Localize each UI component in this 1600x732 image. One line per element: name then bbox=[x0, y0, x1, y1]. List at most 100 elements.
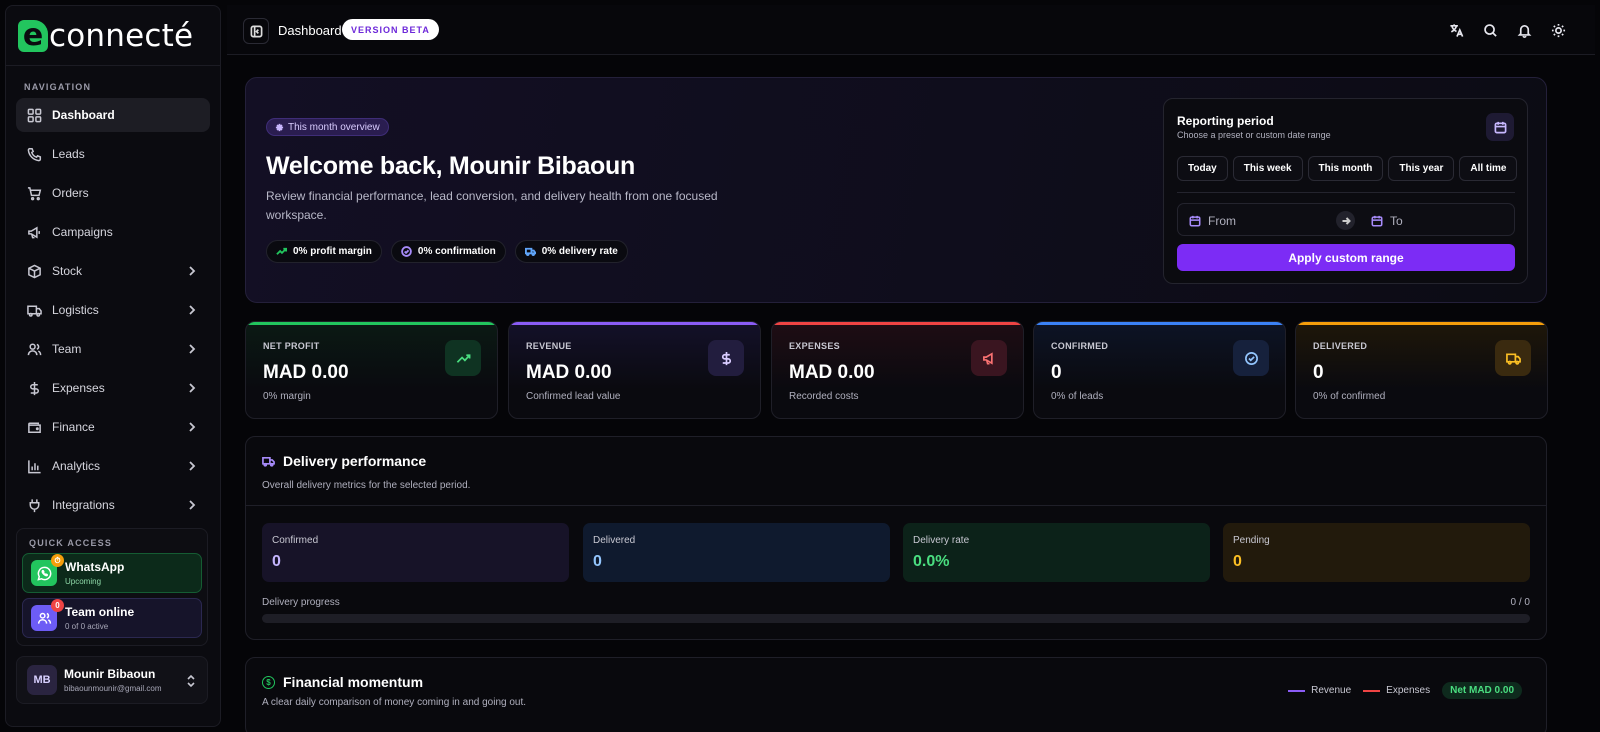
sidebar-item-expenses[interactable]: Expenses bbox=[16, 371, 210, 405]
stat-card-confirmed: CONFIRMED 0 0% of leads bbox=[1033, 321, 1286, 419]
language-button[interactable] bbox=[1445, 19, 1467, 41]
stat-card-revenue: REVENUE MAD 0.00 Confirmed lead value bbox=[508, 321, 761, 419]
quick-access-team-online[interactable]: 0 Team online 0 of 0 active bbox=[22, 598, 202, 638]
stat-value: 0 bbox=[1051, 362, 1062, 383]
apply-custom-range-button[interactable]: Apply custom range bbox=[1177, 244, 1515, 271]
dollar-icon bbox=[708, 340, 744, 376]
sidebar-item-stock[interactable]: Stock bbox=[16, 254, 210, 288]
panel-heading: $ Financial momentum bbox=[262, 674, 423, 690]
sun-icon bbox=[1551, 23, 1565, 37]
whatsapp-title: WhatsApp bbox=[65, 560, 125, 574]
sidebar-item-label: Analytics bbox=[52, 459, 101, 473]
legend-label: Revenue bbox=[1311, 685, 1352, 696]
stat-subtext: Confirmed lead value bbox=[526, 391, 621, 402]
stat-card-delivered: DELIVERED 0 0% of confirmed bbox=[1295, 321, 1548, 419]
sidebar-item-label: Stock bbox=[52, 264, 83, 278]
stat-subtext: 0% of leads bbox=[1051, 391, 1104, 402]
progress-label: Delivery progress bbox=[262, 597, 340, 608]
sidebar-item-orders[interactable]: Orders bbox=[16, 176, 210, 210]
preset-this-week-button[interactable]: This week bbox=[1232, 156, 1303, 181]
stat-subtext: 0% margin bbox=[263, 391, 311, 402]
chevron-right-icon bbox=[189, 344, 196, 354]
accent-bar bbox=[246, 322, 497, 325]
dollar-circle-icon: $ bbox=[262, 675, 275, 689]
dollar-icon bbox=[30, 381, 39, 395]
whatsapp-status: Upcoming bbox=[65, 577, 102, 586]
metric-label: Confirmed bbox=[272, 535, 319, 546]
check-circle-icon bbox=[1233, 340, 1269, 376]
delivery-performance-panel: Delivery performance Overall delivery me… bbox=[245, 436, 1547, 640]
cart-icon bbox=[27, 186, 42, 200]
notifications-button[interactable] bbox=[1513, 19, 1535, 41]
preset-this-month-button[interactable]: This month bbox=[1307, 156, 1384, 181]
chevron-right-icon bbox=[189, 461, 196, 471]
calendar-icon bbox=[1494, 121, 1506, 133]
legend-expenses: Expenses bbox=[1363, 685, 1430, 696]
to-date-field[interactable]: To bbox=[1371, 214, 1403, 228]
sidebar-item-integrations[interactable]: Integrations bbox=[16, 488, 210, 522]
bell-icon bbox=[1517, 24, 1531, 38]
metric-value: 0 bbox=[272, 553, 281, 570]
sidebar-item-analytics[interactable]: Analytics bbox=[16, 449, 210, 483]
plug-icon bbox=[29, 498, 40, 512]
sidebar-item-logistics[interactable]: Logistics bbox=[16, 293, 210, 327]
check-circle-icon bbox=[401, 246, 412, 257]
divider bbox=[246, 505, 1546, 506]
sidebar-item-leads[interactable]: Leads bbox=[16, 137, 210, 171]
metric-value: 0.0% bbox=[913, 553, 950, 570]
from-date-field[interactable]: From bbox=[1189, 214, 1236, 228]
sidebar-item-dashboard[interactable]: Dashboard bbox=[16, 98, 210, 132]
sidebar-item-label: Expenses bbox=[52, 381, 105, 395]
arrow-right-icon bbox=[1336, 211, 1355, 230]
to-placeholder: To bbox=[1390, 214, 1403, 228]
quick-access-heading: QUICK ACCESS bbox=[29, 538, 113, 548]
page-title: Dashboard bbox=[278, 23, 342, 38]
progress-value: 0 / 0 bbox=[1510, 597, 1530, 608]
confirmation-chip: 0% confirmation bbox=[390, 240, 506, 263]
sidebar-item-label: Orders bbox=[52, 186, 89, 200]
calendar-icon bbox=[1189, 215, 1201, 227]
chevron-right-icon bbox=[189, 305, 196, 315]
truck-icon bbox=[524, 247, 536, 256]
sidebar-item-label: Integrations bbox=[52, 498, 115, 512]
financial-momentum-panel: $ Financial momentum A clear daily compa… bbox=[245, 657, 1547, 732]
sidebar-item-campaigns[interactable]: Campaigns bbox=[16, 215, 210, 249]
brand-logo[interactable]: e connecté bbox=[6, 6, 220, 66]
net-badge: Net MAD 0.00 bbox=[1442, 682, 1522, 699]
accent-bar bbox=[509, 322, 760, 325]
nav-heading: NAVIGATION bbox=[24, 82, 92, 92]
brand-name: connecté bbox=[49, 17, 194, 54]
user-menu[interactable]: MB Mounir Bibaoun bibaounmounir@gmail.co… bbox=[16, 656, 208, 704]
users-icon bbox=[27, 343, 42, 355]
search-button[interactable] bbox=[1479, 19, 1501, 41]
sidebar-item-label: Team bbox=[52, 342, 82, 356]
theme-toggle-button[interactable] bbox=[1547, 19, 1569, 41]
legend-swatch bbox=[1288, 689, 1306, 692]
sidebar: e connecté NAVIGATION Dashboard Leads Or… bbox=[5, 5, 221, 727]
chevron-right-icon bbox=[189, 422, 196, 432]
metric-value: 0 bbox=[1233, 553, 1242, 570]
preset-this-year-button[interactable]: This year bbox=[1388, 156, 1455, 181]
chip-label: 0% delivery rate bbox=[541, 246, 618, 257]
wallet-icon bbox=[28, 422, 41, 433]
quick-access-whatsapp[interactable]: ⏱ WhatsApp Upcoming bbox=[22, 553, 202, 593]
sidebar-item-finance[interactable]: Finance bbox=[16, 410, 210, 444]
truck-icon bbox=[27, 305, 42, 317]
clock-badge: ⏱ bbox=[51, 554, 64, 567]
delivery-progress-bar bbox=[262, 614, 1530, 623]
trending-up-icon bbox=[445, 340, 481, 376]
panel-subtitle: Overall delivery metrics for the selecte… bbox=[262, 480, 471, 491]
sidebar-item-team[interactable]: Team bbox=[16, 332, 210, 366]
welcome-title: Welcome back, Mounir Bibaoun bbox=[266, 152, 635, 180]
panel-title: Financial momentum bbox=[283, 674, 424, 690]
stat-label: EXPENSES bbox=[789, 341, 840, 351]
sidebar-toggle-button[interactable] bbox=[243, 18, 269, 44]
calendar-button[interactable] bbox=[1486, 113, 1514, 141]
stat-label: REVENUE bbox=[526, 341, 572, 351]
grid-icon bbox=[27, 108, 42, 122]
preset-today-button[interactable]: Today bbox=[1177, 156, 1228, 181]
sidebar-nav: Dashboard Leads Orders Campaigns Stock L… bbox=[6, 98, 220, 522]
chevron-up-down-icon bbox=[187, 674, 195, 688]
preset-all-time-button[interactable]: All time bbox=[1459, 156, 1518, 181]
accent-bar bbox=[772, 322, 1023, 325]
